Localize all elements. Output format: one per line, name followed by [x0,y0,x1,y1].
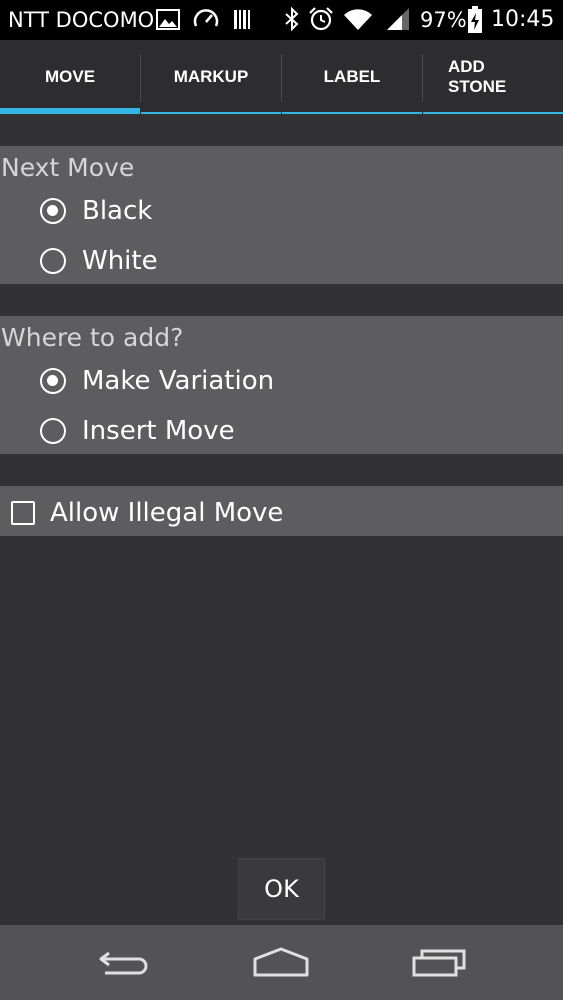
radio-insert-move[interactable]: Insert Move [40,411,235,451]
recent-apps-icon[interactable] [409,941,469,981]
radio-insert-move-label: Insert Move [82,416,235,446]
carrier-name: NTT DOCOMO [8,8,155,32]
tab-move-label: MOVE [44,67,96,86]
next-move-title: Next Move [1,153,135,182]
tab-move-indicator [0,108,140,114]
radio-make-variation-label: Make Variation [82,366,275,396]
allow-illegal-move-checkbox-row[interactable]: Allow Illegal Move [11,497,283,529]
clock: 10:45 [491,7,555,32]
battery-charging-icon [468,6,482,33]
status-bar: NTT DOCOMO 97% 10:45 [0,0,563,40]
tab-add-stone-line2: STONE [448,77,507,96]
tab-markup[interactable]: MARKUP [141,40,281,114]
radio-insert-move-button[interactable] [40,418,66,444]
radio-make-variation[interactable]: Make Variation [40,361,274,401]
barcode-icon [234,10,250,29]
ok-button[interactable]: OK [238,858,325,920]
tab-add-stone[interactable]: ADD STONE [448,40,563,114]
radio-white-button[interactable] [40,248,66,274]
speedometer-icon [193,9,219,27]
radio-white[interactable]: White [40,241,158,281]
radio-black-label: Black [82,196,153,226]
where-to-add-title: Where to add? [1,323,184,352]
tab-add-stone-line1: ADD [448,57,485,76]
where-to-add-section: Where to add? Make Variation Insert Move [0,316,563,454]
alarm-icon [309,7,333,31]
allow-illegal-move-label: Allow Illegal Move [50,498,284,528]
tab-add-stone-label: ADD STONE [448,57,506,97]
tab-add-stone-indicator [423,112,563,114]
tab-label-label: LABEL [323,67,381,86]
radio-black-button[interactable] [40,198,66,224]
radio-make-variation-button[interactable] [40,368,66,394]
radio-black[interactable]: Black [40,191,152,231]
battery-percent: 97% [420,8,467,32]
tab-markup-label: MARKUP [173,67,249,86]
signal-icon [387,8,409,30]
tab-label-indicator [282,112,422,114]
back-icon[interactable] [95,941,155,981]
tab-markup-indicator [141,112,281,114]
tab-bar: MOVE MARKUP LABEL ADD STONE [0,40,563,114]
image-icon [156,9,180,30]
tab-label[interactable]: LABEL [282,40,422,114]
navigation-bar [0,925,563,1000]
allow-illegal-section: Allow Illegal Move [0,486,563,536]
home-icon[interactable] [251,941,311,981]
allow-illegal-move-checkbox[interactable] [11,501,35,525]
wifi-icon [344,9,372,30]
tab-move[interactable]: MOVE [0,40,140,114]
radio-white-label: White [82,246,158,276]
next-move-section: Next Move Black White [0,146,563,284]
bluetooth-icon [285,6,299,32]
tab-divider [422,54,423,102]
